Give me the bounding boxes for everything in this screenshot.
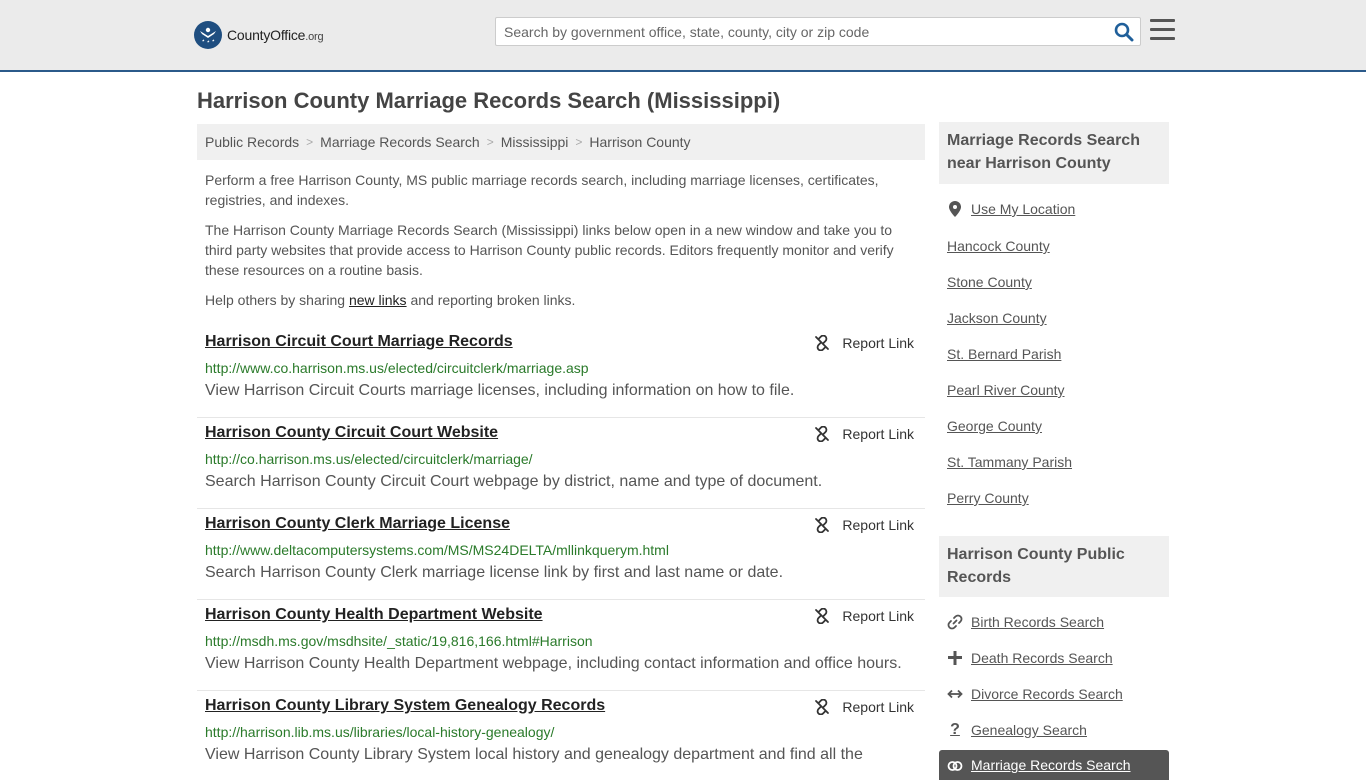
- divorce-records-label: Divorce Records Search: [971, 686, 1123, 702]
- report-link-button[interactable]: Report Link: [814, 335, 914, 351]
- nearby-county-link[interactable]: Jackson County: [947, 310, 1047, 326]
- page-title: Harrison County Marriage Records Search …: [197, 88, 781, 113]
- marriage-records-active-link[interactable]: Marriage Records Search: [939, 750, 1169, 780]
- nearby-county-link[interactable]: Hancock County: [947, 238, 1050, 254]
- report-link-label: Report Link: [842, 608, 914, 624]
- search-icon: [1114, 22, 1134, 42]
- breadcrumb-harrison-county[interactable]: Harrison County: [589, 134, 690, 150]
- question-icon: ?: [950, 721, 960, 738]
- intro-paragraph-3: Help others by sharing new links and rep…: [205, 290, 905, 310]
- result-title-link[interactable]: Harrison Circuit Court Marriage Records: [205, 333, 513, 351]
- sidebar-nearby-heading: Marriage Records Search near Harrison Co…: [939, 122, 1169, 184]
- new-links-link[interactable]: new links: [349, 292, 407, 308]
- broken-link-icon: [815, 699, 830, 715]
- result-item: Harrison County Library System Genealogy…: [197, 691, 925, 782]
- divorce-records-link[interactable]: Divorce Records Search: [947, 686, 1123, 702]
- broken-link-icon: [815, 517, 830, 533]
- result-url[interactable]: http://harrison.lib.ms.us/libraries/loca…: [205, 724, 554, 740]
- result-item: Harrison Circuit Court Marriage Records …: [197, 327, 925, 418]
- result-title-link[interactable]: Harrison County Health Department Websit…: [205, 606, 543, 624]
- broken-link-icon: [815, 608, 830, 624]
- intro-text: and reporting broken links.: [406, 292, 576, 308]
- broken-link-icon: [815, 335, 830, 351]
- breadcrumb-public-records[interactable]: Public Records: [205, 134, 299, 150]
- result-url[interactable]: http://msdh.ms.gov/msdhsite/_static/19,8…: [205, 633, 593, 649]
- search-button[interactable]: [1114, 22, 1134, 42]
- breadcrumb: Public Records > Marriage Records Search…: [197, 124, 925, 160]
- result-item: Harrison County Clerk Marriage License R…: [197, 509, 925, 600]
- breadcrumb-separator: >: [486, 135, 494, 149]
- result-item: Harrison County Circuit Court Website Re…: [197, 418, 925, 509]
- logo-seal-icon: [194, 21, 222, 49]
- breadcrumb-marriage-records[interactable]: Marriage Records Search: [320, 134, 480, 150]
- nearby-county-link[interactable]: George County: [947, 418, 1042, 434]
- result-description: View Harrison County Health Department w…: [205, 655, 902, 672]
- report-link-label: Report Link: [842, 517, 914, 533]
- result-description: Search Harrison County Circuit Court web…: [205, 473, 823, 490]
- report-link-button[interactable]: Report Link: [814, 608, 914, 624]
- result-url[interactable]: http://www.co.harrison.ms.us/elected/cir…: [205, 360, 589, 376]
- nearby-county-link[interactable]: St. Bernard Parish: [947, 346, 1061, 362]
- use-my-location-label: Use My Location: [971, 201, 1076, 217]
- breadcrumb-mississippi[interactable]: Mississippi: [501, 134, 569, 150]
- broken-link-icon: [815, 426, 830, 442]
- nearby-county-link[interactable]: St. Tammany Parish: [947, 454, 1072, 470]
- report-link-label: Report Link: [842, 335, 914, 351]
- report-link-label: Report Link: [842, 426, 914, 442]
- birth-records-label: Birth Records Search: [971, 614, 1105, 630]
- report-link-button[interactable]: Report Link: [814, 699, 914, 715]
- report-link-button[interactable]: Report Link: [814, 517, 914, 533]
- intro-paragraph-1: Perform a free Harrison County, MS publi…: [205, 172, 879, 208]
- top-bar: CountyOffice.org: [0, 0, 1366, 72]
- plus-icon: [947, 650, 963, 666]
- result-title-link[interactable]: Harrison County Library System Genealogy…: [205, 697, 605, 715]
- menu-bar-icon: [1150, 19, 1175, 22]
- marriage-records-active-label: Marriage Records Search: [971, 757, 1131, 773]
- nearby-county-link[interactable]: Pearl River County: [947, 382, 1065, 398]
- death-records-label: Death Records Search: [971, 650, 1113, 666]
- search-input[interactable]: [496, 18, 1106, 45]
- location-pin-icon: [947, 201, 963, 217]
- site-logo[interactable]: CountyOffice.org: [194, 20, 324, 50]
- genealogy-search-label: Genealogy Search: [971, 722, 1087, 738]
- intro-paragraph-2: The Harrison County Marriage Records Sea…: [205, 222, 894, 278]
- death-records-link[interactable]: Death Records Search: [947, 650, 1113, 666]
- breadcrumb-separator: >: [306, 135, 314, 149]
- search-box: [495, 17, 1141, 46]
- report-link-label: Report Link: [842, 699, 914, 715]
- report-link-button[interactable]: Report Link: [814, 426, 914, 442]
- result-title-link[interactable]: Harrison County Circuit Court Website: [205, 424, 498, 442]
- result-description: Search Harrison County Clerk marriage li…: [205, 564, 784, 581]
- logo-name: CountyOffice: [227, 27, 306, 43]
- result-url[interactable]: http://www.deltacomputersystems.com/MS/M…: [205, 542, 669, 558]
- nearby-county-link[interactable]: Perry County: [947, 490, 1029, 506]
- result-item: Harrison County Health Department Websit…: [197, 600, 925, 691]
- result-title-link[interactable]: Harrison County Clerk Marriage License: [205, 515, 510, 533]
- birth-records-link[interactable]: Birth Records Search: [947, 614, 1104, 630]
- breadcrumb-separator: >: [575, 135, 583, 149]
- menu-bar-icon: [1150, 28, 1175, 31]
- link-icon: [947, 614, 963, 630]
- use-my-location-link[interactable]: Use My Location: [947, 201, 1075, 217]
- genealogy-search-link[interactable]: ? Genealogy Search: [947, 721, 1087, 738]
- intro-text: Help others by sharing: [205, 292, 349, 308]
- result-description: View Harrison Circuit Courts marriage li…: [205, 382, 795, 399]
- nearby-county-link[interactable]: Stone County: [947, 274, 1032, 290]
- rings-icon: [947, 757, 963, 773]
- arrows-icon: [947, 686, 963, 702]
- logo-text: CountyOffice.org: [227, 27, 324, 43]
- menu-bar-icon: [1150, 37, 1175, 40]
- result-description: View Harrison County Library System loca…: [205, 746, 863, 763]
- logo-tld: .org: [305, 31, 324, 43]
- hamburger-menu-button[interactable]: [1150, 19, 1175, 42]
- sidebar-public-records-heading: Harrison County Public Records: [939, 536, 1169, 597]
- result-url[interactable]: http://co.harrison.ms.us/elected/circuit…: [205, 451, 533, 467]
